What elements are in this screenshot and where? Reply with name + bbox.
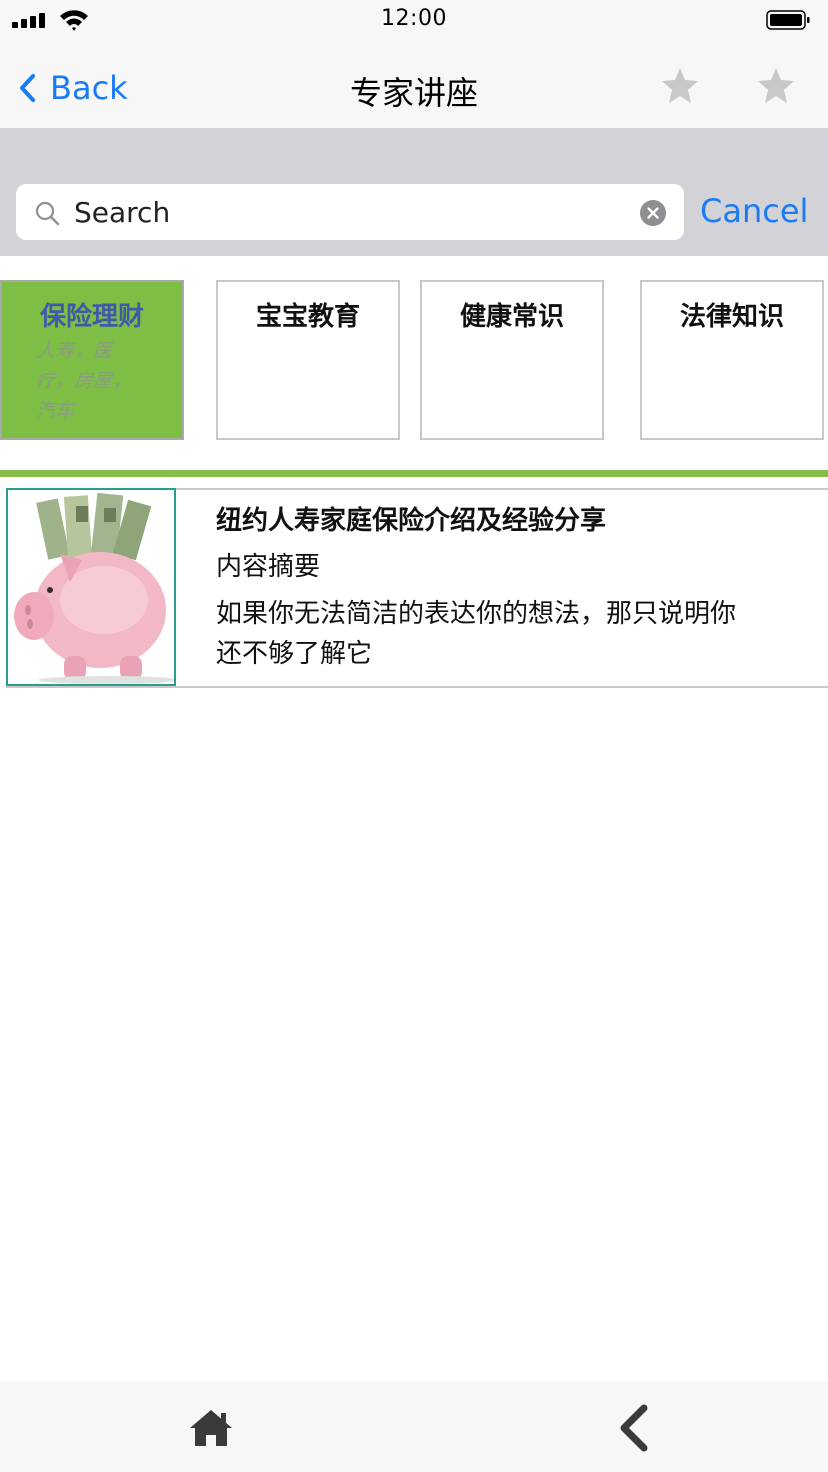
piggy-bank-icon	[14, 492, 174, 684]
battery-icon	[766, 10, 810, 30]
category-tile-law[interactable]: 法律知识	[640, 280, 824, 440]
clear-icon[interactable]	[640, 200, 666, 226]
category-tile-insurance[interactable]: 保险理财 人寿，医疗，房屋，汽车	[0, 280, 184, 440]
lecture-thumbnail	[6, 488, 176, 686]
category-title: 健康常识	[459, 302, 564, 332]
category-title: 宝宝教育	[255, 302, 360, 332]
search-bar: Cancel	[0, 128, 828, 256]
category-divider	[0, 470, 828, 477]
lecture-title: 纽约人寿家庭保险介绍及经验分享	[216, 506, 607, 536]
category-tile-health[interactable]: 健康常识	[420, 280, 604, 440]
search-input[interactable]	[74, 192, 634, 232]
category-tile-baby-education[interactable]: 宝宝教育	[216, 280, 400, 440]
lecture-list-item[interactable]: 纽约人寿家庭保险介绍及经验分享 内容摘要 如果你无法简洁的表达你的想法，那只说明…	[6, 488, 828, 688]
search-field[interactable]	[16, 184, 684, 240]
category-title: 法律知识	[679, 302, 784, 332]
star-icon[interactable]	[660, 66, 700, 106]
page-title: 专家讲座	[349, 74, 478, 112]
status-bar: 12:00	[0, 0, 828, 40]
status-time: 12:00	[381, 6, 447, 31]
lecture-summary-label: 内容摘要	[216, 552, 321, 582]
category-title: 保险理财	[39, 302, 144, 332]
category-subtitle: 人寿，医疗，房屋，汽车	[36, 340, 132, 422]
bottom-toolbar	[0, 1382, 828, 1472]
lecture-summary: 如果你无法简洁的表达你的想法，那只说明你还不够了解它	[216, 599, 737, 669]
home-icon[interactable]	[188, 1408, 234, 1448]
navigation-bar: Back 专家讲座	[0, 40, 828, 128]
cancel-button[interactable]: Cancel	[700, 192, 808, 230]
chevron-left-icon[interactable]	[616, 1404, 652, 1452]
star-icon[interactable]	[756, 66, 796, 106]
search-icon	[35, 201, 60, 226]
